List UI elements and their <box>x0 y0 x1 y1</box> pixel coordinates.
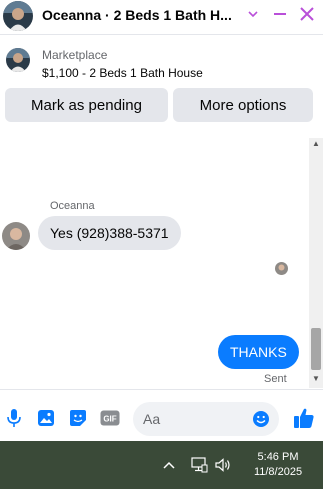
scrollbar-thumb[interactable] <box>311 328 321 370</box>
mark-as-pending-button[interactable]: Mark as pending <box>5 88 168 122</box>
marketplace-label: Marketplace <box>42 48 108 62</box>
svg-text:GIF: GIF <box>103 415 116 424</box>
minimize-icon[interactable] <box>270 4 290 24</box>
sender-avatar[interactable] <box>2 222 30 250</box>
sticker-icon[interactable] <box>68 408 88 428</box>
header-divider <box>0 34 323 35</box>
thumbs-up-icon[interactable] <box>292 406 316 430</box>
network-icon[interactable] <box>190 456 208 474</box>
chat-header: Oceanna · 2 Beds 1 Bath H... <box>0 0 323 32</box>
composer-divider <box>0 389 323 390</box>
scroll-up-arrow-icon[interactable]: ▲ <box>310 138 322 150</box>
listing-title[interactable]: $1,100 - 2 Beds 1 Bath House <box>42 66 203 80</box>
more-options-button[interactable]: More options <box>173 88 313 122</box>
listing-thumbnail[interactable] <box>6 48 30 72</box>
emoji-icon[interactable] <box>251 409 271 429</box>
message-status: Sent <box>264 373 287 385</box>
scroll-down-arrow-icon[interactable]: ▼ <box>310 373 322 385</box>
system-clock[interactable]: 5:46 PM 11/8/2025 <box>248 450 308 480</box>
chat-window: Oceanna · 2 Beds 1 Bath H... Marketplace… <box>0 0 323 441</box>
sender-name: Oceanna <box>50 200 95 212</box>
seen-avatar <box>275 262 288 275</box>
gif-icon[interactable]: GIF <box>100 408 120 428</box>
chevron-down-icon[interactable] <box>243 4 263 24</box>
chat-title[interactable]: Oceanna · 2 Beds 1 Bath H... <box>42 7 238 23</box>
chevron-up-icon[interactable] <box>160 456 178 474</box>
image-icon[interactable] <box>36 408 56 428</box>
sent-message-bubble[interactable]: THANKS <box>218 335 299 369</box>
avatar[interactable] <box>3 1 33 31</box>
clock-date: 11/8/2025 <box>253 466 303 478</box>
close-icon[interactable] <box>297 4 317 24</box>
volume-icon[interactable] <box>214 456 232 474</box>
microphone-icon[interactable] <box>4 408 24 428</box>
received-message-bubble[interactable]: Yes (928)388-5371 <box>38 216 181 250</box>
clock-time: 5:46 PM <box>257 451 299 463</box>
